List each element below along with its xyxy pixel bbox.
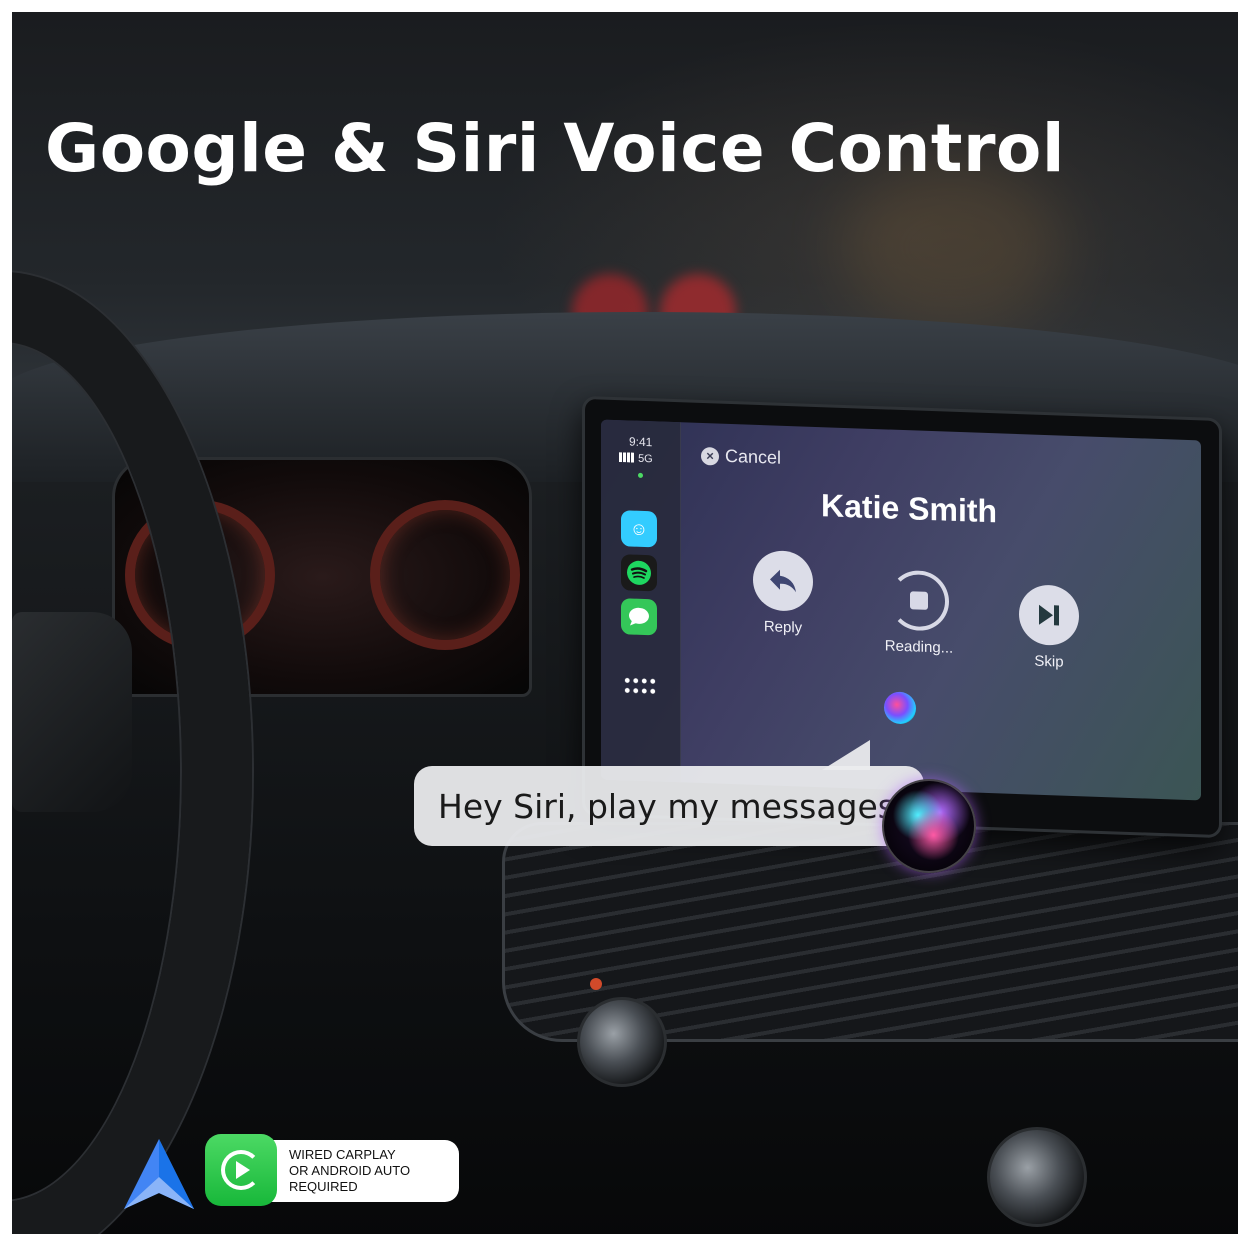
- skip-icon: [1019, 584, 1079, 647]
- tachometer-gauge: [370, 500, 520, 650]
- contact-name: Katie Smith: [821, 487, 998, 530]
- skip-label: Skip: [1034, 652, 1064, 671]
- steering-wheel-spoke: [12, 612, 132, 812]
- skip-button[interactable]: Skip: [1009, 584, 1089, 672]
- reply-icon: [753, 549, 813, 612]
- product-image: Google & Siri Voice Control 9:41 5G ☺ × …: [12, 12, 1238, 1234]
- headline: Google & Siri Voice Control: [45, 110, 1065, 187]
- messages-icon[interactable]: [621, 598, 657, 636]
- requirement-text: WIRED CARPLAY OR ANDROID AUTO REQUIRED: [289, 1147, 410, 1195]
- stop-icon: [889, 569, 949, 632]
- cancel-label: Cancel: [725, 445, 782, 468]
- climate-knob-right: [987, 1127, 1087, 1227]
- status-time: 9:41: [629, 434, 653, 450]
- carplay-screen: 9:41 5G ☺ × Cancel Katie Smith Reply Rea…: [601, 419, 1201, 801]
- requirement-badge: WIRED CARPLAY OR ANDROID AUTO REQUIRED: [205, 1134, 459, 1206]
- cancel-button[interactable]: × Cancel: [701, 445, 781, 469]
- climate-knob-left: [577, 978, 667, 1087]
- app-grid-icon[interactable]: [623, 675, 657, 697]
- requirement-line-3: REQUIRED: [289, 1179, 358, 1194]
- knob-indicator: [590, 978, 602, 990]
- mic-active-indicator: [638, 472, 643, 478]
- waze-icon[interactable]: ☺: [621, 510, 657, 548]
- reading-label: Reading...: [884, 637, 954, 657]
- spotify-icon[interactable]: [621, 554, 657, 592]
- requirement-line-2: OR ANDROID AUTO: [289, 1163, 411, 1178]
- siri-icon[interactable]: [884, 691, 916, 725]
- status-signal: 5G: [619, 452, 653, 465]
- network-label: 5G: [638, 452, 653, 466]
- background-light: [842, 162, 1062, 332]
- requirement-line-1: WIRED CARPLAY: [289, 1147, 396, 1162]
- reply-button[interactable]: Reply: [743, 549, 823, 637]
- voice-command-bubble: Hey Siri, play my messages: [414, 766, 924, 846]
- carplay-icon: [205, 1134, 277, 1206]
- android-auto-icon: [124, 1139, 194, 1209]
- carplay-dock: 9:41 5G ☺: [601, 419, 681, 783]
- close-icon: ×: [701, 446, 719, 466]
- reply-label: Reply: [763, 618, 803, 637]
- voice-command-text: Hey Siri, play my messages: [438, 786, 895, 826]
- reading-status[interactable]: Reading...: [869, 569, 969, 657]
- signal-bars-icon: [619, 452, 635, 463]
- siri-orb-icon: [882, 779, 976, 873]
